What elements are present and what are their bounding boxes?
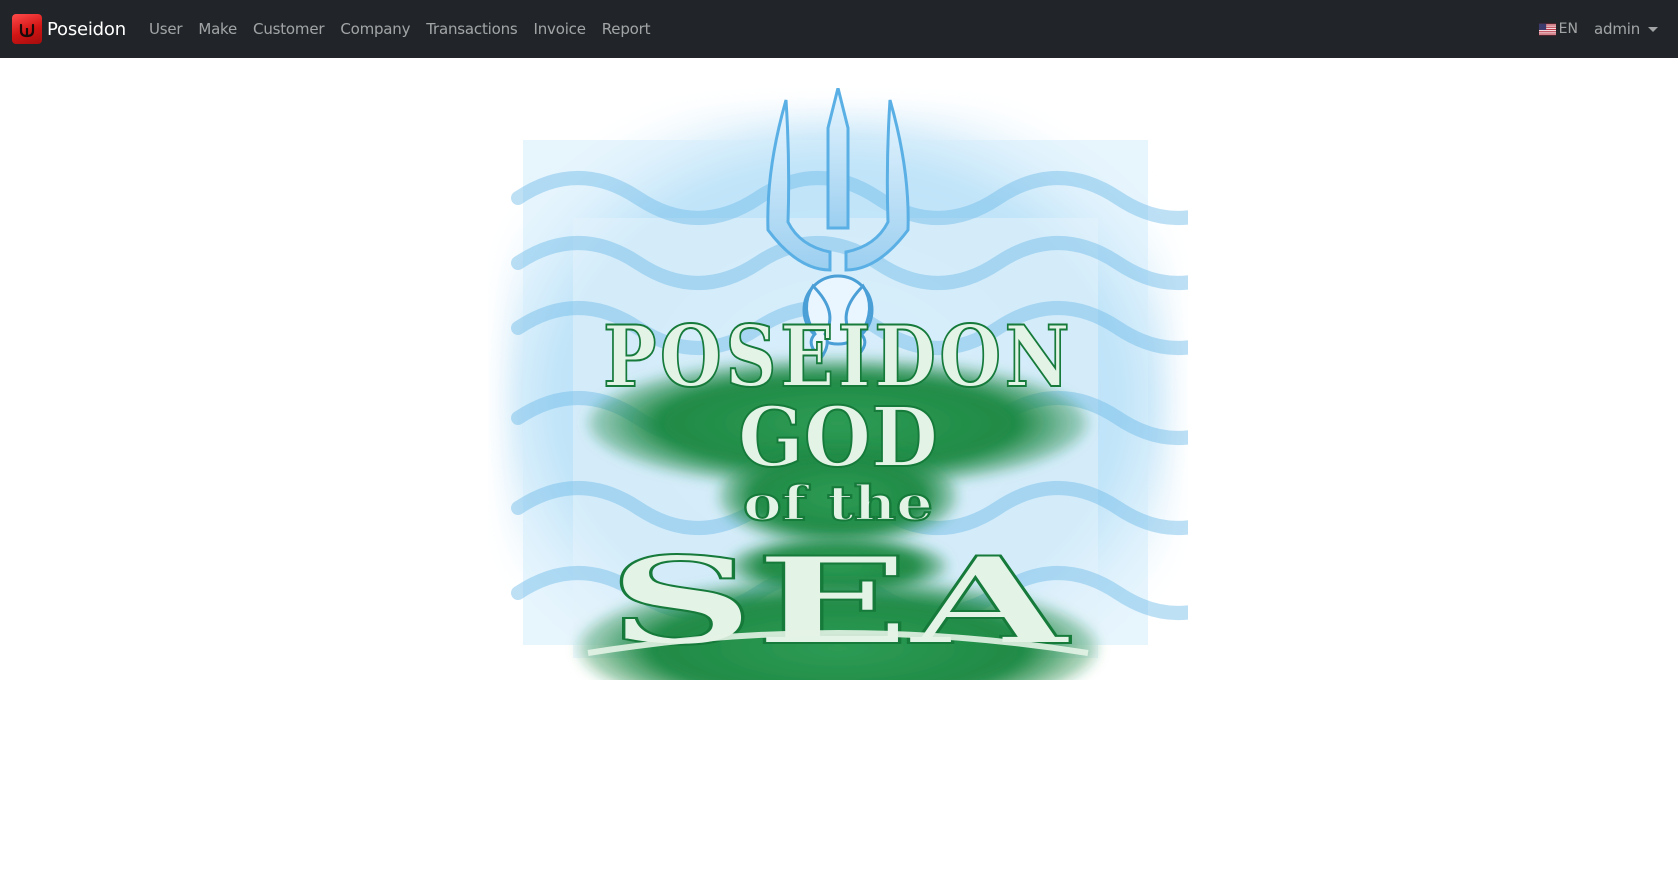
logo-line-4: SEA [608,531,1071,672]
nav-user[interactable]: User [142,0,190,58]
language-label: EN [1558,21,1578,37]
poseidon-trident-logo: POSEIDON GOD of the SEA [503,88,1188,680]
navbar-right: EN admin [1531,0,1678,58]
us-flag-icon [1538,23,1556,35]
logo-line-3: of the [743,476,933,532]
main-menu: User Make Customer Company Transactions … [142,0,658,58]
caret-down-icon [1648,26,1658,32]
nav-report[interactable]: Report [594,0,659,58]
nav-transactions[interactable]: Transactions [418,0,525,58]
user-menu-dropdown[interactable]: admin [1586,0,1678,58]
nav-company[interactable]: Company [332,0,418,58]
nav-make[interactable]: Make [190,0,245,58]
brand-link[interactable]: Poseidon [12,0,126,58]
language-selector[interactable]: EN [1531,0,1586,58]
logo-line-2: GOD [738,390,938,486]
poseidon-hero-image: POSEIDON GOD of the SEA [488,88,1188,680]
brand-logo-icon [12,14,42,44]
user-name: admin [1594,20,1640,38]
nav-customer[interactable]: Customer [245,0,332,58]
top-navbar: Poseidon User Make Customer Company Tran… [0,0,1678,58]
nav-invoice[interactable]: Invoice [526,0,594,58]
brand-name: Poseidon [47,18,126,40]
